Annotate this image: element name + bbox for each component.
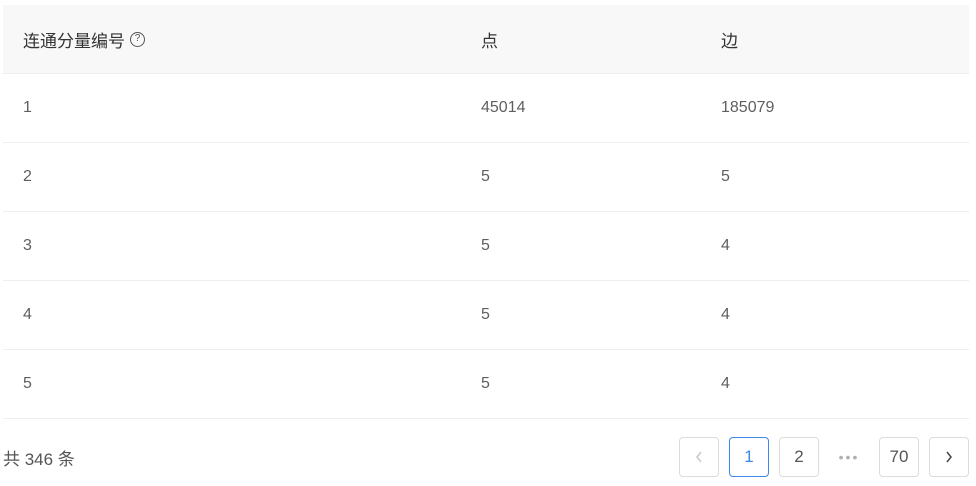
- cell-component-id: 3: [23, 237, 32, 254]
- table-row: 1 45014 185079: [3, 74, 969, 143]
- header-nodes: 点: [481, 31, 498, 51]
- table-row: 2 5 5: [3, 143, 969, 212]
- cell-component-id: 2: [23, 168, 32, 185]
- table-header: 连通分量编号 ? 点 边: [3, 5, 969, 74]
- total-count: 共 346 条: [3, 449, 75, 469]
- page-button-2[interactable]: 2: [779, 437, 819, 477]
- header-component-id-label: 连通分量编号: [23, 31, 125, 51]
- table-row: 3 5 4: [3, 212, 969, 281]
- table-row: 4 5 4: [3, 281, 969, 350]
- page-button-last[interactable]: 70: [879, 437, 919, 477]
- components-table: 连通分量编号 ? 点 边 1 45014 185079 2 5 5 3 5 4 …: [3, 5, 969, 419]
- prev-page-button[interactable]: [679, 437, 719, 477]
- next-page-button[interactable]: [929, 437, 969, 477]
- cell-edges: 4: [721, 375, 730, 392]
- pagination: 1 2 ••• 70: [669, 437, 969, 477]
- chevron-left-icon: [696, 451, 702, 463]
- cell-component-id: 4: [23, 306, 32, 323]
- cell-nodes: 5: [481, 237, 490, 254]
- header-edges: 边: [721, 31, 738, 51]
- header-component-id: 连通分量编号 ?: [3, 27, 461, 52]
- cell-nodes: 5: [481, 375, 490, 392]
- chevron-right-icon: [946, 451, 952, 463]
- cell-edges: 185079: [721, 99, 775, 116]
- cell-edges: 4: [721, 306, 730, 323]
- cell-edges: 5: [721, 168, 730, 185]
- question-circle-icon[interactable]: ?: [130, 31, 145, 47]
- cell-component-id: 5: [23, 375, 32, 392]
- cell-nodes: 5: [481, 168, 490, 185]
- page-button-1[interactable]: 1: [729, 437, 769, 477]
- table-row: 5 5 4: [3, 350, 969, 419]
- cell-nodes: 5: [481, 306, 490, 323]
- cell-nodes: 45014: [481, 99, 526, 116]
- pagination-ellipsis[interactable]: •••: [829, 437, 869, 477]
- cell-edges: 4: [721, 237, 730, 254]
- table-footer: 共 346 条 1 2 ••• 70: [3, 436, 969, 478]
- cell-component-id: 1: [23, 99, 32, 116]
